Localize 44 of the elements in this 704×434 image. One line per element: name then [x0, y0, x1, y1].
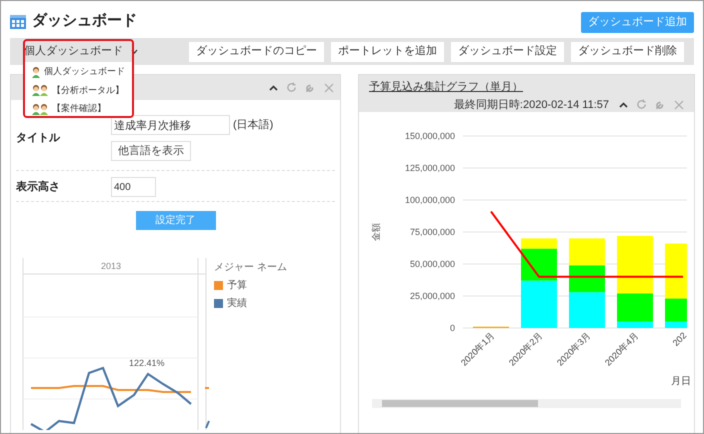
close-icon[interactable] — [674, 100, 684, 110]
refresh-icon[interactable] — [286, 82, 297, 93]
y-tick-label: 0 — [450, 323, 455, 333]
y-tick-label: 75,000,000 — [410, 227, 455, 237]
dashboard-dropdown[interactable]: 個人ダッシュボード — [24, 43, 138, 60]
y-tick-label: 25,000,000 — [410, 291, 455, 301]
people-icon — [31, 84, 49, 96]
y-tick-label: 100,000,000 — [404, 195, 455, 205]
y-axis-title: 金額 — [371, 223, 381, 241]
horizontal-scrollbar[interactable] — [372, 399, 681, 408]
collapse-icon[interactable] — [269, 84, 278, 90]
sync-time: 最終同期日時:2020-02-14 11:57 — [454, 98, 609, 112]
grid-icon — [10, 14, 26, 30]
title-input[interactable]: 達成率月次推移 — [111, 115, 230, 135]
collapse-icon[interactable] — [619, 102, 628, 108]
wrench-icon[interactable] — [305, 82, 316, 93]
column-header: 2013 — [101, 260, 122, 273]
field-label: タイトル — [16, 130, 61, 146]
toolbar-button[interactable]: ダッシュボード設定 — [451, 42, 564, 62]
height-input[interactable]: 400 — [111, 177, 156, 197]
person-icon — [31, 66, 41, 78]
x-axis-title: 月日 — [671, 376, 691, 387]
page-title: ダッシュボード — [32, 11, 137, 32]
toolbar-button[interactable]: ダッシュボードのコピー — [189, 42, 324, 62]
y-tick-label: 50,000,000 — [410, 259, 455, 269]
legend-label: 予算 — [227, 279, 247, 293]
caret-icon — [131, 49, 138, 54]
toolbar-button[interactable]: ダッシュボード削除 — [571, 42, 684, 62]
refresh-icon[interactable] — [636, 99, 647, 110]
other-language-button[interactable]: 他言語を表示 — [111, 141, 191, 161]
scrollbar-thumb[interactable] — [382, 400, 538, 407]
portlet-title-link[interactable]: 予算見込み集計グラフ（単月） — [369, 79, 684, 96]
data-label: 122.41% — [129, 357, 165, 370]
legend-label: 実績 — [227, 296, 247, 311]
close-icon[interactable] — [324, 82, 334, 92]
language-label: (日本語) — [233, 118, 274, 133]
y-tick-label: 150,000,000 — [404, 131, 455, 141]
legend-title: メジャー ネーム — [214, 261, 287, 275]
field-label: 表示高さ — [16, 180, 61, 195]
y-tick-label: 125,000,000 — [404, 163, 455, 173]
people-icon — [31, 102, 49, 115]
wrench-icon[interactable] — [655, 99, 666, 110]
x-tick-label: 202 — [670, 330, 688, 348]
toolbar-button[interactable]: ポートレットを追加 — [331, 42, 444, 62]
